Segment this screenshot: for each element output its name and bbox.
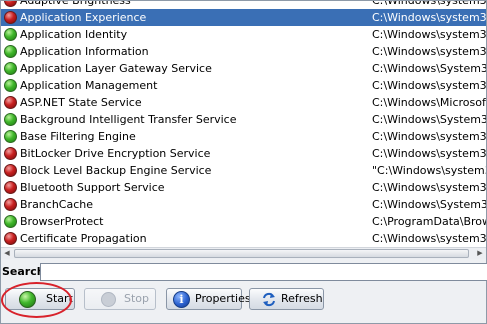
refresh-button-label: Refresh xyxy=(281,292,323,305)
service-row[interactable]: Block Level Backup Engine Service "C:\Win… xyxy=(1,162,486,179)
scroll-left-arrow-icon[interactable]: ◀ xyxy=(1,248,13,259)
service-name: Application Information xyxy=(20,45,149,58)
green-status-icon xyxy=(4,28,17,41)
green-status-icon xyxy=(4,79,17,92)
service-name: Application Identity xyxy=(20,28,128,41)
service-row[interactable]: Bluetooth Support Service C:\Windows\syst… xyxy=(1,179,486,196)
service-path: C:\Windows\system32\svchost.exe xyxy=(372,28,486,41)
services-list[interactable]: Adaptive Brightness C:\Windows\system32\s… xyxy=(1,1,486,247)
scroll-right-arrow-icon[interactable]: ▶ xyxy=(474,248,486,259)
service-row[interactable]: BrowserProtect C:\ProgramData\BrowserProt… xyxy=(1,213,486,230)
service-path: C:\ProgramData\BrowserProtect xyxy=(372,215,486,228)
green-status-icon xyxy=(4,215,17,228)
service-path: C:\Windows\system32\svchost.exe xyxy=(372,79,486,92)
green-status-icon xyxy=(4,113,17,126)
service-name: ASP.NET State Service xyxy=(20,96,142,109)
stop-button[interactable]: Stop xyxy=(84,288,156,310)
red-status-icon xyxy=(4,147,17,160)
service-row[interactable]: Certificate Propagation C:\Windows\system… xyxy=(1,230,486,247)
service-name: BitLocker Drive Encryption Service xyxy=(20,147,211,160)
service-path: C:\Windows\System32\svchost.exe xyxy=(372,113,486,126)
service-path: C:\Windows\system32\svchost.exe xyxy=(372,11,486,24)
properties-button-label: Properties xyxy=(195,292,251,305)
service-row[interactable]: Application Management C:\Windows\system3… xyxy=(1,77,486,94)
red-status-icon xyxy=(4,11,17,24)
refresh-button[interactable]: Refresh xyxy=(249,288,324,310)
service-row[interactable]: Adaptive Brightness C:\Windows\system32\s… xyxy=(1,1,486,9)
service-row[interactable]: Application Information C:\Windows\system… xyxy=(1,43,486,60)
service-row[interactable]: Application Identity C:\Windows\system32\… xyxy=(1,26,486,43)
service-path: "C:\Windows\system32\wbengine.exe" xyxy=(372,164,486,177)
service-row[interactable]: Application Experience C:\Windows\system3… xyxy=(1,9,486,26)
service-name: Background Intelligent Transfer Service xyxy=(20,113,237,126)
service-name: Application Layer Gateway Service xyxy=(20,62,212,75)
service-name: Certificate Propagation xyxy=(20,232,147,245)
service-path: C:\Windows\System32\alg.exe xyxy=(372,62,486,75)
red-status-icon xyxy=(4,164,17,177)
red-status-icon xyxy=(4,232,17,245)
scrollbar-thumb[interactable] xyxy=(14,249,469,258)
properties-button[interactable]: i Properties xyxy=(166,288,251,310)
service-row[interactable]: Background Intelligent Transfer Service C… xyxy=(1,111,486,128)
service-name: Bluetooth Support Service xyxy=(20,181,165,194)
horizontal-scrollbar[interactable]: ◀ ▶ xyxy=(1,247,486,259)
service-path: C:\Windows\system32\svchost.exe xyxy=(372,232,486,245)
service-path: C:\Windows\Microsoft.NET\Framework xyxy=(372,96,486,109)
service-name: Application Management xyxy=(20,79,158,92)
service-name: BrowserProtect xyxy=(20,215,104,228)
green-status-icon xyxy=(4,62,17,75)
service-name: Base Filtering Engine xyxy=(20,130,136,143)
service-name: Adaptive Brightness xyxy=(20,1,365,9)
annotation-highlight-ellipse xyxy=(1,282,72,318)
service-row[interactable]: Application Layer Gateway Service C:\Wind… xyxy=(1,60,486,77)
refresh-arrows-icon xyxy=(261,292,277,307)
service-name: Block Level Backup Engine Service xyxy=(20,164,212,177)
service-path: C:\Windows\system32\svchost.exe xyxy=(372,181,486,194)
service-row[interactable]: ASP.NET State Service C:\Windows\Microsof… xyxy=(1,94,486,111)
green-status-icon xyxy=(4,130,17,143)
search-input[interactable] xyxy=(40,263,487,281)
service-row[interactable]: Base Filtering Engine C:\Windows\system32… xyxy=(1,128,486,145)
red-status-icon xyxy=(4,198,17,211)
service-name: Application Experience xyxy=(20,11,147,24)
red-status-icon xyxy=(4,96,17,109)
service-path: C:\Windows\system32\svchost.exe xyxy=(372,1,486,9)
service-row[interactable]: BranchCache C:\Windows\System32\svchost.e… xyxy=(1,196,486,213)
service-name: BranchCache xyxy=(20,198,94,211)
service-row[interactable]: BitLocker Drive Encryption Service C:\Win… xyxy=(1,145,486,162)
stop-button-label: Stop xyxy=(124,292,150,305)
gray-circle-icon xyxy=(101,292,116,307)
service-path: C:\Windows\system32\svchost.exe xyxy=(372,130,486,143)
service-path: C:\Windows\system32\svchost.exe xyxy=(372,147,486,160)
search-label: Search xyxy=(2,265,45,278)
red-status-icon xyxy=(4,1,17,7)
green-status-icon xyxy=(4,45,17,58)
service-path: C:\Windows\System32\svchost.exe xyxy=(372,198,486,211)
info-icon: i xyxy=(173,291,190,308)
service-path: C:\Windows\system32\svchost.exe xyxy=(372,45,486,58)
services-window: Adaptive Brightness C:\Windows\system32\s… xyxy=(0,0,487,324)
red-status-icon xyxy=(4,181,17,194)
